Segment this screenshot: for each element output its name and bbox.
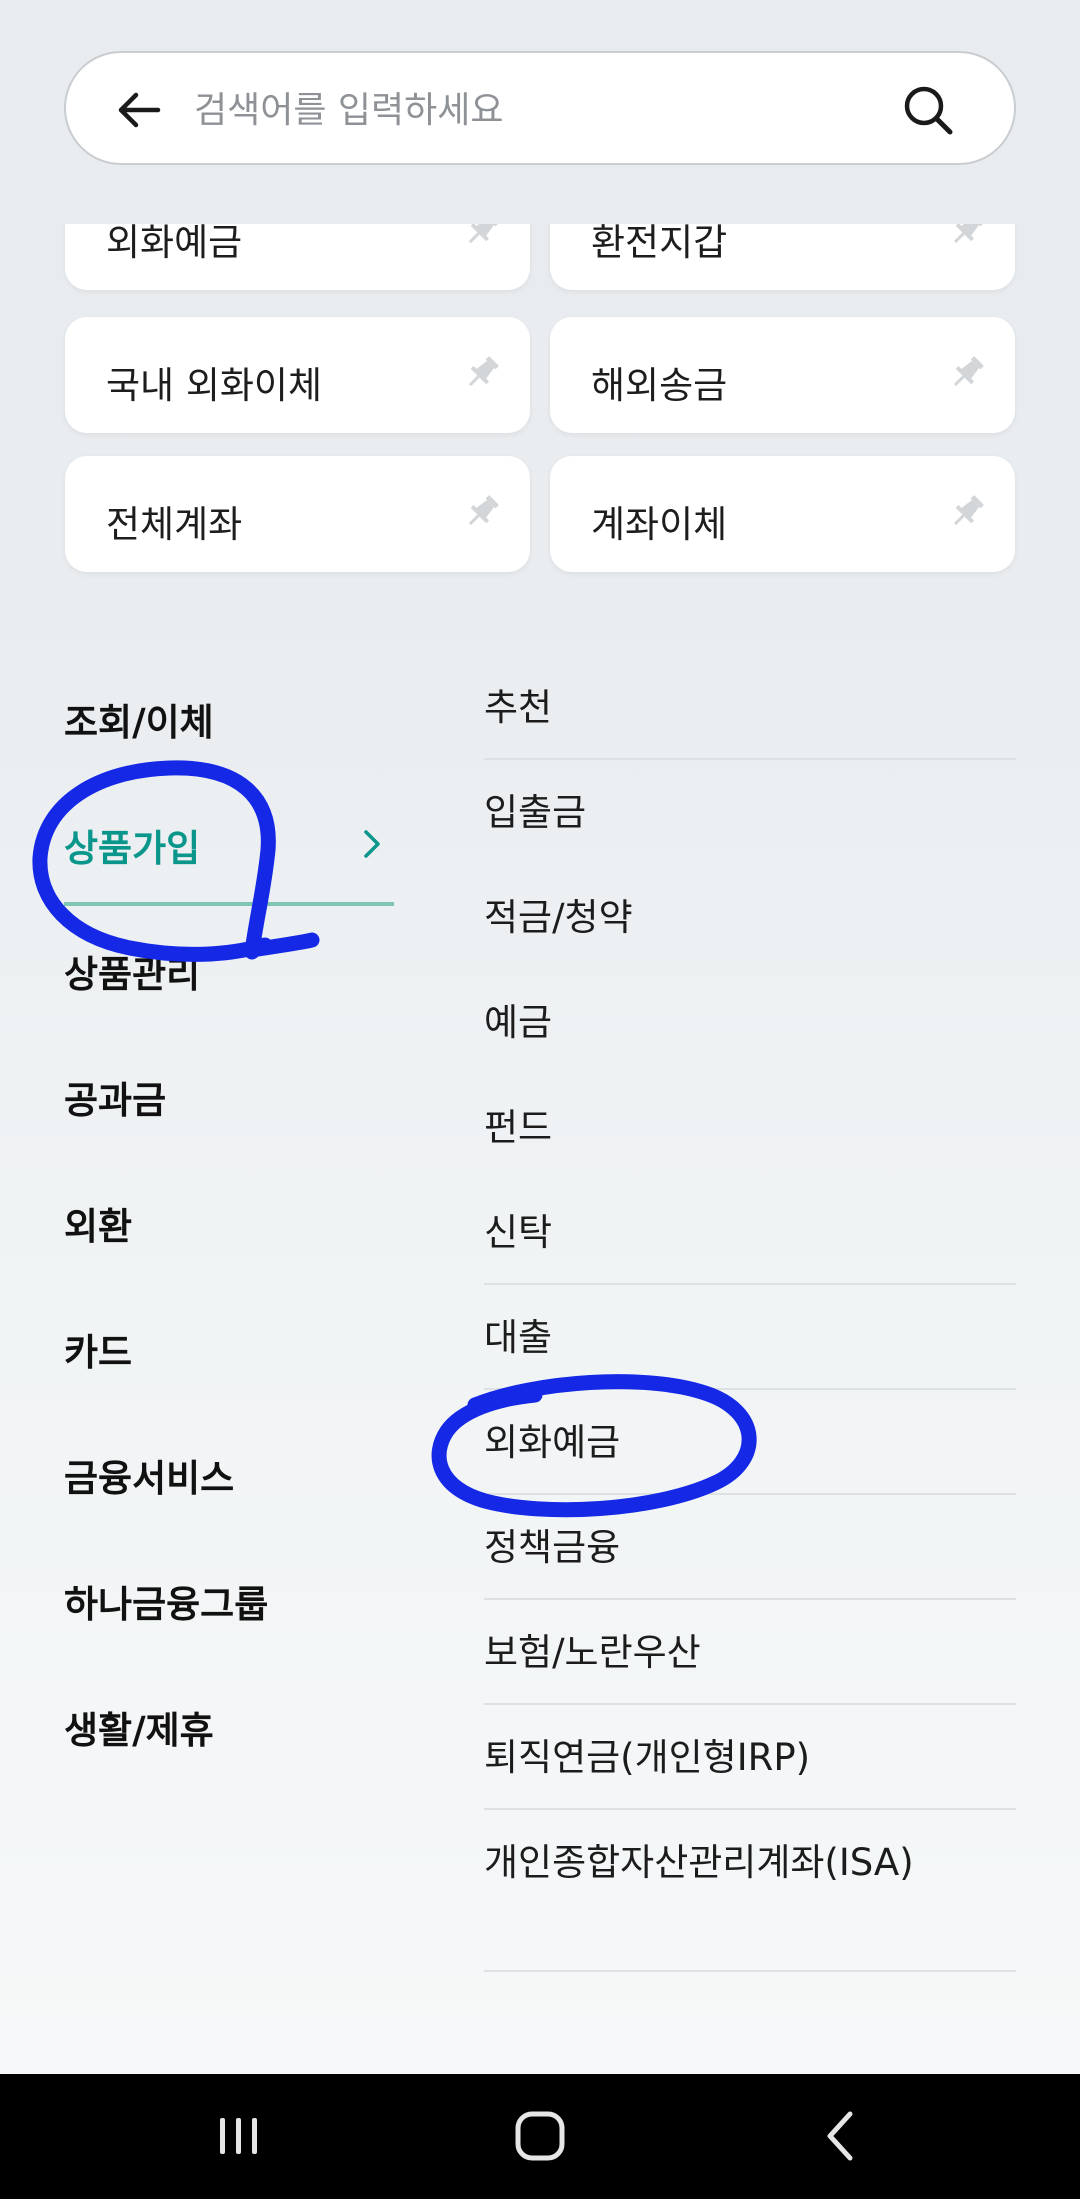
pin-icon[interactable] [947, 492, 987, 532]
divider [484, 1493, 1016, 1495]
divider [484, 758, 1016, 760]
quick-card-label: 외화예금 [106, 224, 243, 264]
back-icon[interactable] [810, 2104, 874, 2168]
subcategory-savings-subscription[interactable]: 적금/청약 [484, 891, 633, 945]
pin-icon[interactable] [462, 353, 502, 393]
quick-card-exchange-wallet[interactable]: 환전지갑 [550, 224, 1015, 290]
home-icon[interactable] [508, 2104, 572, 2168]
pin-icon[interactable] [947, 353, 987, 393]
subcategory-insurance[interactable]: 보험/노란우산 [484, 1626, 701, 1680]
quick-menu-grid: 외화예금 환전지갑 국내 외화이체 해외송금 전체계좌 계좌이체 [0, 224, 1080, 604]
quick-card-label: 환전지갑 [591, 224, 728, 264]
divider [484, 1388, 1016, 1390]
divider [484, 1703, 1016, 1705]
subcategory-retirement-pension[interactable]: 퇴직연금(개인형IRP) [484, 1731, 810, 1785]
category-product-management[interactable]: 상품관리 [64, 944, 200, 998]
subcategory-policy-finance[interactable]: 정책금융 [484, 1521, 620, 1575]
category-hana-group[interactable]: 하나금융그룹 [64, 1574, 268, 1628]
subcategory-deposit-withdrawal[interactable]: 입출금 [484, 786, 586, 840]
subcategory-loan[interactable]: 대출 [484, 1311, 552, 1365]
divider [484, 1283, 1016, 1285]
category-inquiry-transfer[interactable]: 조회/이체 [64, 692, 214, 746]
category-financial-services[interactable]: 금융서비스 [64, 1448, 234, 1502]
quick-card-label: 계좌이체 [591, 503, 728, 546]
quick-card-overseas-remittance[interactable]: 해외송금 [550, 317, 1015, 433]
category-utility-bills[interactable]: 공과금 [64, 1070, 166, 1124]
search-input[interactable] [194, 83, 894, 137]
divider [484, 1808, 1016, 1810]
arrow-left-icon[interactable] [114, 85, 164, 135]
subcategory-isa[interactable]: 개인종합자산관리계좌(ISA) [484, 1836, 914, 1890]
quick-card-account-transfer[interactable]: 계좌이체 [550, 456, 1015, 572]
quick-card-label: 국내 외화이체 [106, 364, 323, 407]
subcategory-fund[interactable]: 펀드 [484, 1101, 552, 1155]
system-navigation-bar [0, 2074, 1080, 2199]
category-product-signup[interactable]: 상품가입 [64, 818, 200, 872]
pin-icon[interactable] [947, 224, 987, 250]
active-category-underline [64, 902, 394, 906]
subcategory-trust[interactable]: 신탁 [484, 1206, 552, 1260]
chevron-right-icon [364, 830, 380, 858]
pin-icon[interactable] [462, 224, 502, 250]
subcategory-foreign-currency-deposit[interactable]: 외화예금 [484, 1416, 620, 1470]
search-icon[interactable] [902, 84, 954, 136]
quick-card-label: 전체계좌 [106, 503, 243, 546]
recents-icon[interactable] [206, 2104, 270, 2168]
quick-card-all-accounts[interactable]: 전체계좌 [65, 456, 530, 572]
quick-card-label: 해외송금 [591, 364, 728, 407]
search-bar [64, 51, 1016, 165]
subcategory-time-deposit[interactable]: 예금 [484, 996, 552, 1050]
quick-card-domestic-fx-transfer[interactable]: 국내 외화이체 [65, 317, 530, 433]
category-life-partners[interactable]: 생활/제휴 [64, 1700, 214, 1754]
pin-icon[interactable] [462, 492, 502, 532]
quick-card-foreign-deposit[interactable]: 외화예금 [65, 224, 530, 290]
category-foreign-exchange[interactable]: 외환 [64, 1196, 132, 1250]
subcategory-recommended[interactable]: 추천 [484, 681, 552, 735]
divider [484, 1970, 1016, 1972]
divider [484, 1598, 1016, 1600]
category-card[interactable]: 카드 [64, 1322, 132, 1376]
